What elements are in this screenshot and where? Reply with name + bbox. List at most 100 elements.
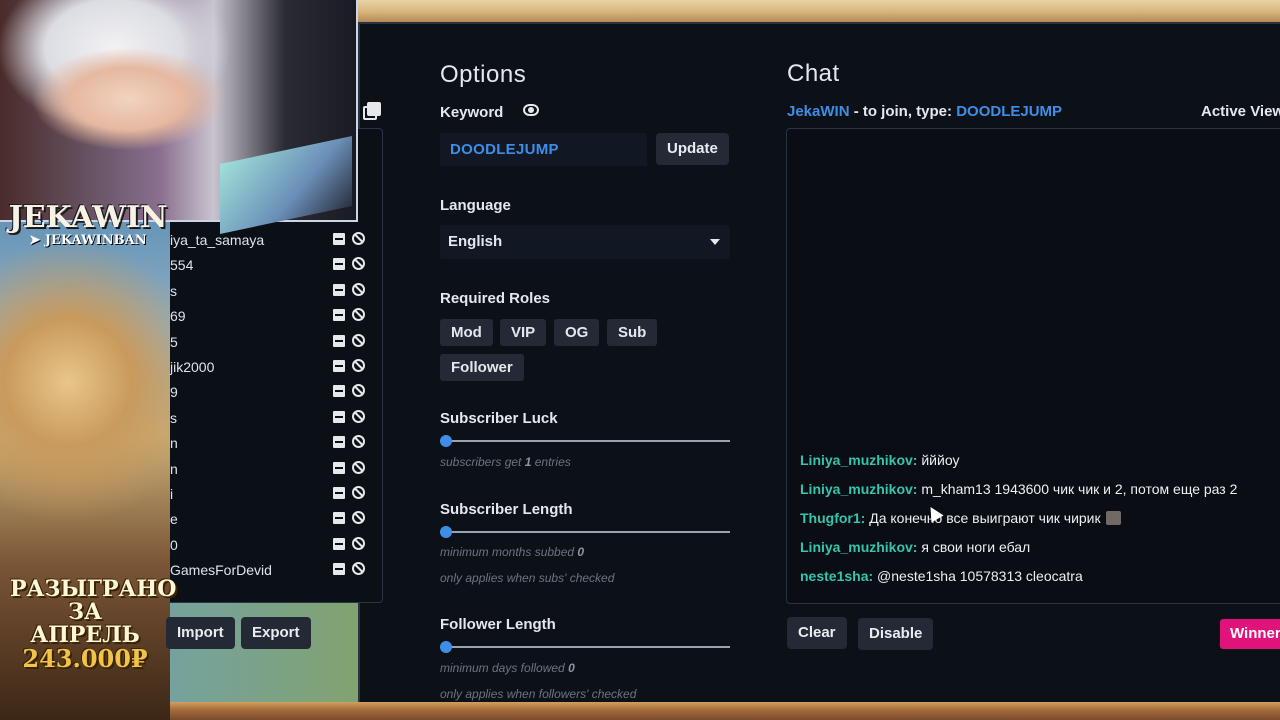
chat-username[interactable]: neste1sha: [800,568,873,584]
entry-row: e [166,508,366,533]
keyword-label: Keyword [440,104,504,121]
subscriber-luck-slider[interactable] [440,435,730,447]
promo-line-1: РАЗЫГРАНО [10,576,177,602]
chevron-down-icon [710,239,720,245]
ban-icon[interactable] [352,460,365,474]
chat-username[interactable]: Liniya_muzhikov: [800,452,917,468]
entry-row: s [166,407,366,432]
ban-icon[interactable] [352,486,365,499]
follower-length-slider[interactable] [440,641,730,653]
entry-username: iya_ta_samaya [170,232,265,248]
chat-join-keyword: DOODLEJUMP [956,103,1063,120]
remove-entry-icon[interactable] [333,258,345,271]
slider-thumb[interactable] [440,641,452,653]
export-button[interactable]: Export [241,617,311,649]
ban-icon[interactable] [352,435,365,449]
chat-username[interactable]: Liniya_muzhikov: [800,481,917,497]
entry-username: 69 [170,308,186,325]
ban-icon[interactable] [352,359,365,372]
subscriber-length-months: 0 [577,545,585,559]
remove-entry-icon[interactable] [333,512,345,525]
ban-icon[interactable] [352,308,365,322]
entry-username: e [170,511,178,528]
remove-entry-icon[interactable] [333,436,345,449]
role-chip-follower[interactable]: Follower [440,354,524,381]
ban-icon[interactable] [352,536,365,550]
chat-message-text: йййоу [917,452,960,468]
active-viewers-label: Active View [1201,103,1280,120]
subscriber-length-note: only applies when subs' checked [440,571,615,585]
entry-username: n [170,435,178,452]
language-select[interactable]: English [440,225,730,259]
clear-chat-button[interactable]: Clear [787,617,847,649]
subscriber-length-hint-pre: minimum months subbed [440,545,575,559]
remove-entry-icon[interactable] [333,461,345,474]
remove-entry-icon[interactable] [333,385,345,398]
emote-icon [1105,511,1121,525]
winner-button[interactable]: Winner [1220,619,1280,649]
ban-icon[interactable] [352,333,365,347]
remove-entry-icon[interactable] [333,334,345,347]
chat-message: Thugfor1: Да конечно все выиграют чик чи… [800,510,1121,526]
role-chip-vip[interactable]: VIP [500,319,547,346]
subscriber-luck-hint-pre: subscribers get [440,455,522,469]
entry-username: 5 [170,333,178,350]
remove-entry-icon[interactable] [333,537,345,550]
ban-icon[interactable] [352,511,365,525]
follower-length-hint: minimum days followed 0 [440,661,575,675]
chat-username[interactable]: Thugfor1: [800,510,865,526]
entry-row: n [166,458,366,483]
entry-row: 554 [166,254,366,279]
remove-entry-icon[interactable] [333,283,345,296]
entry-row: 0 [166,534,366,559]
ban-icon[interactable] [352,282,365,296]
ban-icon[interactable] [352,384,365,398]
required-roles-label: Required Roles [440,290,551,307]
chat-message-text: m_kham13 1943600 чик чик и 2, потом еще … [917,481,1238,497]
chat-message: Liniya_muzhikov: m_kham13 1943600 чик чи… [800,481,1237,497]
role-chip-mod[interactable]: Mod [440,319,493,346]
entry-row: iya_ta_samaya [166,229,366,254]
follower-length-label: Follower Length [440,616,556,633]
subscriber-luck-hint-post: entries [534,455,571,469]
role-chip-sub[interactable]: Sub [607,319,658,346]
keyword-input[interactable] [440,133,647,166]
follower-length-days: 0 [568,661,575,675]
chat-title: Chat [787,60,840,87]
promo-line-2: ЗА АПРЕЛЬ [30,599,140,648]
slider-thumb[interactable] [440,435,452,447]
role-chip-og[interactable]: OG [554,319,600,346]
chat-message-text: я свои ноги ебал [917,539,1031,555]
entry-row: s [166,280,366,305]
subscriber-length-slider[interactable] [440,526,730,538]
remove-entry-icon[interactable] [333,233,345,245]
ban-icon[interactable] [352,257,365,271]
remove-entry-icon[interactable] [333,360,345,372]
entry-row: i [166,483,366,508]
entry-row: 5 [166,331,366,356]
slider-track [440,531,730,533]
import-button[interactable]: Import [166,617,235,649]
remove-entry-icon[interactable] [333,563,345,576]
chat-message: Liniya_muzhikov: йййоу [800,452,959,468]
subscriber-luck-label: Subscriber Luck [440,410,558,427]
entry-row: n [166,432,366,457]
ban-icon[interactable] [352,562,365,576]
language-label: Language [440,197,511,214]
eye-icon[interactable] [523,104,539,116]
remove-entry-icon[interactable] [333,410,345,423]
remove-entry-icon[interactable] [333,487,345,499]
ban-icon[interactable] [352,409,365,423]
chat-channel-name: JekaWIN [787,103,850,120]
remove-entry-icon[interactable] [333,309,345,322]
update-button[interactable]: Update [656,133,729,165]
chat-message-text: @neste1sha 10578313 cleocatra [873,568,1083,584]
chat-username[interactable]: Liniya_muzhikov: [800,539,917,555]
slider-thumb[interactable] [440,526,452,538]
copy-icon[interactable] [363,102,381,120]
entry-username: 9 [170,384,178,401]
entry-username: GamesForDevid [170,562,272,579]
disable-chat-button[interactable]: Disable [858,618,934,650]
ban-icon[interactable] [352,232,365,245]
brand-logo: JEKAWIN ➤ JEKAWINBAN [8,200,168,270]
